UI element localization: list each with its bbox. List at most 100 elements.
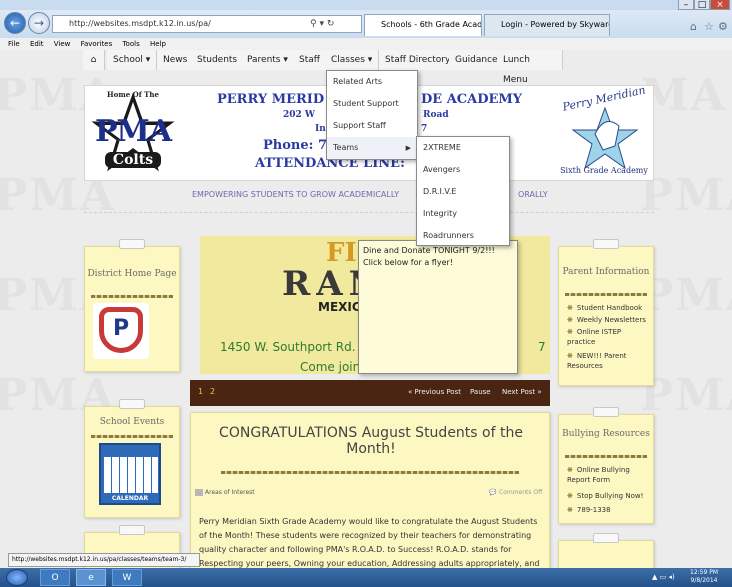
menu-team-2xtreme[interactable]: 2XTREME	[417, 137, 509, 159]
link-student-handbook[interactable]: ❋ Student Handbook	[567, 303, 642, 313]
right-card-partial	[558, 533, 654, 568]
divider	[84, 212, 654, 213]
start-button[interactable]	[6, 569, 28, 586]
card-tab	[119, 399, 145, 409]
classes-dropdown: Related Arts Student Support Support Sta…	[326, 70, 418, 160]
link-istep[interactable]: ❋ Online ISTEP practice	[567, 327, 649, 347]
status-bar-url: http://websites.msdpt.k12.in.us/pa/class…	[8, 553, 200, 567]
banner-address-right: Road	[423, 110, 449, 120]
card-title: School Events	[99, 417, 165, 427]
card-divider	[91, 435, 173, 438]
menu-file[interactable]: File	[8, 40, 20, 48]
ie-icon[interactable]: e	[76, 569, 106, 586]
navigation-bar: ← → http://websites.msdpt.k12.in.us/pa/ …	[0, 10, 732, 38]
close-window-button[interactable]: ×	[710, 0, 730, 10]
comment-icon: 💬	[489, 489, 497, 496]
nav-students[interactable]: Students	[191, 50, 245, 70]
card-divider	[565, 455, 647, 458]
folder-icon	[195, 489, 203, 496]
menu-teams[interactable]: Teams ▶	[327, 137, 417, 159]
banner-phone: Phone: 7	[263, 138, 327, 153]
tab-skyward[interactable]: Login - Powered by Skyward	[484, 14, 610, 36]
link-weekly-newsletters[interactable]: ❋ Weekly Newsletters	[567, 315, 646, 325]
menu-related-arts[interactable]: Related Arts	[327, 71, 417, 93]
menu-student-support[interactable]: Student Support	[327, 93, 417, 115]
tab-schools[interactable]: Schools - 6th Grade Acade...	[364, 14, 482, 36]
nav-lunch-menu[interactable]: Lunch Menu	[497, 50, 563, 85]
home-icon[interactable]: ⌂	[83, 50, 105, 70]
card-divider	[565, 293, 647, 296]
link-stop-bullying[interactable]: ❋ Stop Bullying Now!	[567, 491, 643, 501]
bullying-card: Bullying Resources ❋ Online Bullying Repo…	[558, 407, 654, 524]
school-events-card[interactable]: School Events CALENDAR	[84, 399, 180, 518]
link-bullying-report[interactable]: ❋ Online Bullying Report Form	[567, 465, 649, 485]
right-logo-sub: Sixth Grade Academy	[560, 166, 648, 175]
menu-tools[interactable]: Tools	[122, 40, 139, 48]
banner-title-right: DE ACADEMY	[421, 92, 523, 107]
post-comments: Comments Off	[499, 489, 543, 496]
post-title[interactable]: CONGRATULATIONS August Students of the M…	[201, 425, 541, 457]
teams-submenu: 2XTREME Avengers D.R.I.V.E Integrity Roa…	[416, 136, 510, 246]
card-divider	[91, 295, 173, 298]
district-logo-icon[interactable]: P	[99, 307, 143, 353]
prev-post-link[interactable]: « Previous Post	[408, 388, 461, 396]
nav-school[interactable]: School ▾	[107, 50, 158, 70]
menu-view[interactable]: View	[54, 40, 71, 48]
card-tab	[593, 533, 619, 543]
menu-team-drive[interactable]: D.R.I.V.E	[417, 181, 509, 203]
nav-news[interactable]: News	[157, 50, 195, 70]
taskbar: O e W ▲ ▭ ◂) 12:59 PM 9/8/2014	[0, 568, 732, 587]
link-phone[interactable]: ❋ 789-1338	[567, 505, 611, 515]
gear-icon[interactable]: ⚙	[718, 20, 728, 33]
menu-team-integrity[interactable]: Integrity	[417, 203, 509, 225]
district-home-card[interactable]: District Home Page P	[84, 239, 180, 372]
card-tab	[119, 239, 145, 249]
link-parent-resources[interactable]: ❋ NEW!!! Parent Resources	[567, 351, 649, 371]
slide-page-2[interactable]: 2	[210, 387, 215, 396]
slide-page-1[interactable]: 1	[198, 387, 203, 396]
calendar-icon[interactable]: CALENDAR	[99, 443, 161, 505]
home-icon[interactable]: ⌂	[690, 20, 697, 33]
nav-classes[interactable]: Classes ▾	[325, 50, 380, 70]
clock[interactable]: 12:59 PM 9/8/2014	[690, 569, 718, 585]
pause-button[interactable]: Pause	[470, 388, 491, 396]
favorites-icon[interactable]: ☆	[704, 20, 714, 33]
nav-staff[interactable]: Staff	[293, 50, 327, 70]
next-post-link[interactable]: Next Post »	[502, 388, 542, 396]
site-navigation: ⌂ School ▾ News Students Parents ▾ Staff…	[83, 50, 563, 85]
card-tab	[593, 239, 619, 249]
tooltip-popup: Dine and Donate TONIGHT 9/2!!! Click bel…	[358, 240, 518, 374]
maximize-button[interactable]: □	[694, 0, 710, 10]
back-icon[interactable]: ←	[4, 12, 26, 34]
banner-zip: 7	[421, 124, 428, 134]
logo-top-text: Home Of The	[107, 90, 159, 99]
tray-icons[interactable]: ▲ ▭ ◂)	[652, 573, 675, 581]
menu-support-staff[interactable]: Support Staff	[327, 115, 417, 137]
forward-icon[interactable]: →	[28, 12, 50, 34]
logo-bottom-text: Colts	[105, 152, 161, 168]
minimize-button[interactable]: –	[678, 0, 694, 10]
nav-parents[interactable]: Parents ▾	[241, 50, 295, 70]
menu-bar: File Edit View Favorites Tools Help	[0, 38, 732, 50]
word-icon[interactable]: W	[112, 569, 142, 586]
menu-edit[interactable]: Edit	[30, 40, 44, 48]
slide-sub: MEXIC	[318, 300, 361, 314]
menu-team-roadrunners[interactable]: Roadrunners	[417, 225, 509, 247]
card-title: Parent Information	[562, 267, 650, 277]
menu-favorites[interactable]: Favorites	[81, 40, 113, 48]
tagline-end: ORALLY	[518, 190, 548, 199]
outlook-icon[interactable]: O	[40, 569, 70, 586]
tagline: EMPOWERING STUDENTS TO GROW ACADEMICALLY	[192, 190, 400, 199]
card-title: Bullying Resources	[562, 429, 650, 439]
card-title: District Home Page	[87, 269, 177, 279]
nav-staff-directory[interactable]: Staff Directory	[379, 50, 458, 70]
menu-help[interactable]: Help	[150, 40, 166, 48]
search-refresh-icon[interactable]: ⚲ ▾ ↻	[310, 15, 334, 33]
post-category[interactable]: Areas of Interest	[205, 489, 255, 496]
slide-address-end: 7	[538, 340, 546, 354]
parent-info-card: Parent Information ❋ Student Handbook ❋ We…	[558, 239, 654, 386]
card-tab	[119, 525, 145, 535]
web-page: PMA PMA PMA PMA MA PMA PMA PMA ⌂ School …	[0, 50, 732, 568]
menu-team-avengers[interactable]: Avengers	[417, 159, 509, 181]
window-titlebar: – □ ×	[0, 0, 732, 10]
